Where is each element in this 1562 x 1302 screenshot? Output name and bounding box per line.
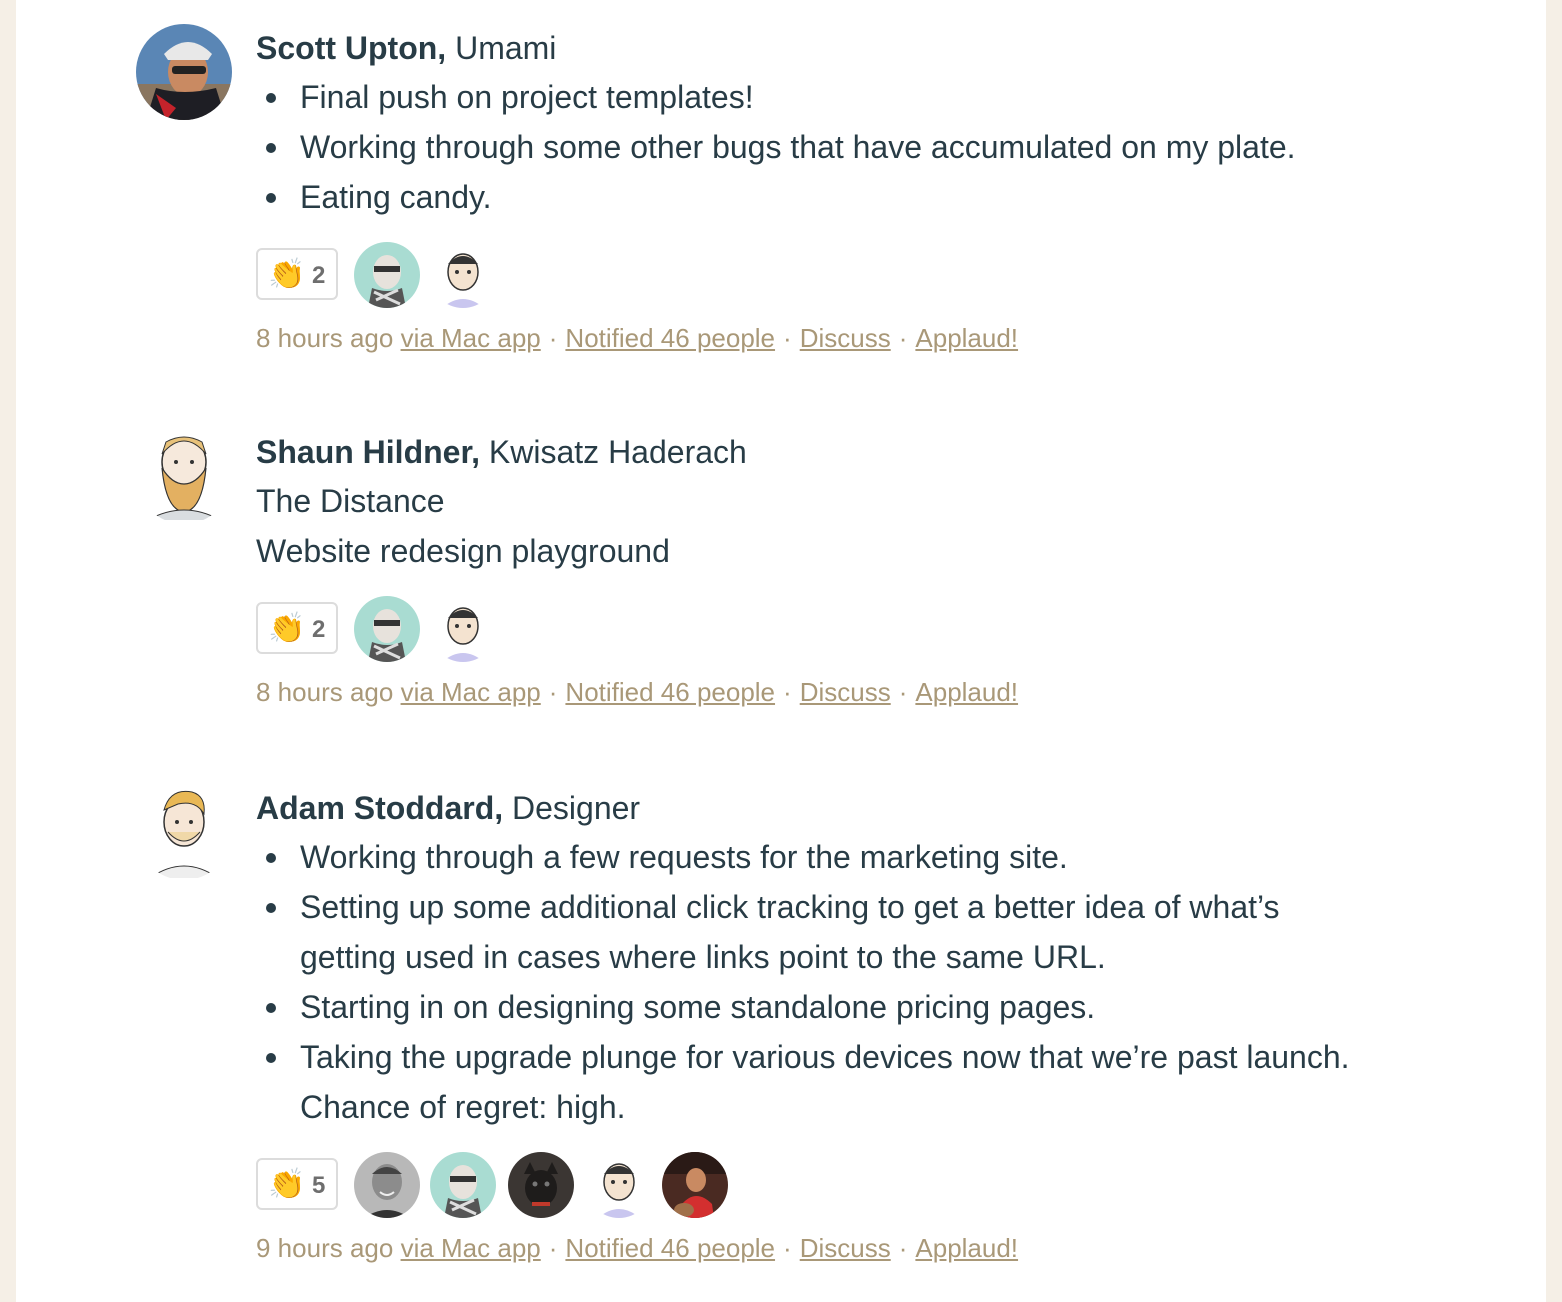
applause-count: 2 — [312, 262, 326, 289]
clapper-avatar[interactable] — [354, 242, 420, 308]
discuss-link[interactable]: Discuss — [800, 323, 891, 353]
clapper-avatar[interactable] — [662, 1152, 728, 1218]
clapper-avatar[interactable] — [586, 1152, 652, 1218]
clapping-hands-icon: 👏 — [268, 258, 306, 291]
author-role: Designer — [503, 790, 641, 826]
clapping-hands-icon: 👏 — [268, 1168, 306, 1201]
applause-button[interactable]: 👏 5 — [256, 1158, 338, 1210]
applause-row: 👏 2 — [256, 240, 1516, 310]
via-app-link[interactable]: via Mac app — [401, 677, 541, 707]
list-item: Eating candy. — [256, 172, 1516, 222]
author-line: Adam Stoddard, Designer — [256, 784, 1516, 832]
meta-separator: · — [898, 323, 908, 353]
applause-button[interactable]: 👏 2 — [256, 602, 338, 654]
post-timestamp: 8 hours ago — [256, 323, 394, 353]
applause-row: 👏 2 — [256, 594, 1516, 664]
post-meta: 8 hours ago via Mac app · Notified 46 peop… — [256, 672, 1516, 712]
author-line: Shaun Hildner, Kwisatz Haderach — [256, 428, 1516, 476]
post-timestamp: 9 hours ago — [256, 1233, 394, 1263]
meta-separator: · — [783, 323, 792, 353]
applaud-link[interactable]: Applaud! — [915, 1233, 1018, 1263]
list-item: Working through a few requests for the m… — [256, 832, 1376, 882]
post-meta: 8 hours ago via Mac app · Notified 46 peop… — [256, 318, 1516, 358]
status-feed: Scott Upton, Umami Final push on project… — [16, 0, 1546, 1302]
author-role: Kwisatz Haderach — [480, 434, 747, 470]
via-app-link[interactable]: via Mac app — [401, 1233, 541, 1263]
clapper-avatar[interactable] — [430, 596, 496, 662]
post-timestamp: 8 hours ago — [256, 677, 394, 707]
meta-separator: · — [898, 1233, 908, 1263]
applause-count: 2 — [312, 616, 326, 643]
applaud-link[interactable]: Applaud! — [915, 323, 1018, 353]
discuss-link[interactable]: Discuss — [800, 1233, 891, 1263]
meta-separator: · — [898, 677, 908, 707]
notified-link[interactable]: Notified 46 people — [565, 323, 775, 353]
status-bullets: Final push on project templates! Working… — [256, 72, 1516, 222]
meta-separator: · — [548, 1233, 558, 1263]
discuss-link[interactable]: Discuss — [800, 677, 891, 707]
meta-separator: · — [548, 323, 558, 353]
clapper-avatar[interactable] — [354, 596, 420, 662]
meta-separator: · — [548, 677, 558, 707]
author-name[interactable]: Scott Upton, — [256, 30, 446, 66]
list-item: Working through some other bugs that hav… — [256, 122, 1516, 172]
clapper-avatar[interactable] — [354, 1152, 420, 1218]
notified-link[interactable]: Notified 46 people — [565, 1233, 775, 1263]
status-bullets: Working through a few requests for the m… — [256, 832, 1376, 1132]
author-avatar[interactable] — [136, 24, 232, 120]
author-role: Umami — [446, 30, 557, 66]
author-name[interactable]: Shaun Hildner, — [256, 434, 480, 470]
clapper-avatar[interactable] — [430, 1152, 496, 1218]
applause-count: 5 — [312, 1172, 326, 1199]
author-name[interactable]: Adam Stoddard, — [256, 790, 503, 826]
via-app-link[interactable]: via Mac app — [401, 323, 541, 353]
clapper-avatar[interactable] — [430, 242, 496, 308]
status-line: The Distance — [256, 483, 445, 519]
meta-separator: · — [783, 1233, 792, 1263]
list-item: Taking the upgrade plunge for various de… — [256, 1032, 1376, 1132]
author-line: Scott Upton, Umami — [256, 24, 1516, 72]
applause-button[interactable]: 👏 2 — [256, 248, 338, 300]
list-item: Setting up some additional click trackin… — [256, 882, 1376, 982]
notified-link[interactable]: Notified 46 people — [565, 677, 775, 707]
post-meta: 9 hours ago via Mac app · Notified 46 peop… — [256, 1228, 1516, 1268]
applaud-link[interactable]: Applaud! — [915, 677, 1018, 707]
list-item: Final push on project templates! — [256, 72, 1516, 122]
applause-row: 👏 5 — [256, 1150, 1516, 1220]
clapper-avatar[interactable] — [508, 1152, 574, 1218]
status-line: Website redesign playground — [256, 533, 670, 569]
author-avatar[interactable] — [136, 784, 232, 880]
list-item: Starting in on designing some standalone… — [256, 982, 1376, 1032]
clapping-hands-icon: 👏 — [268, 612, 306, 645]
meta-separator: · — [783, 677, 792, 707]
author-avatar[interactable] — [136, 428, 232, 524]
